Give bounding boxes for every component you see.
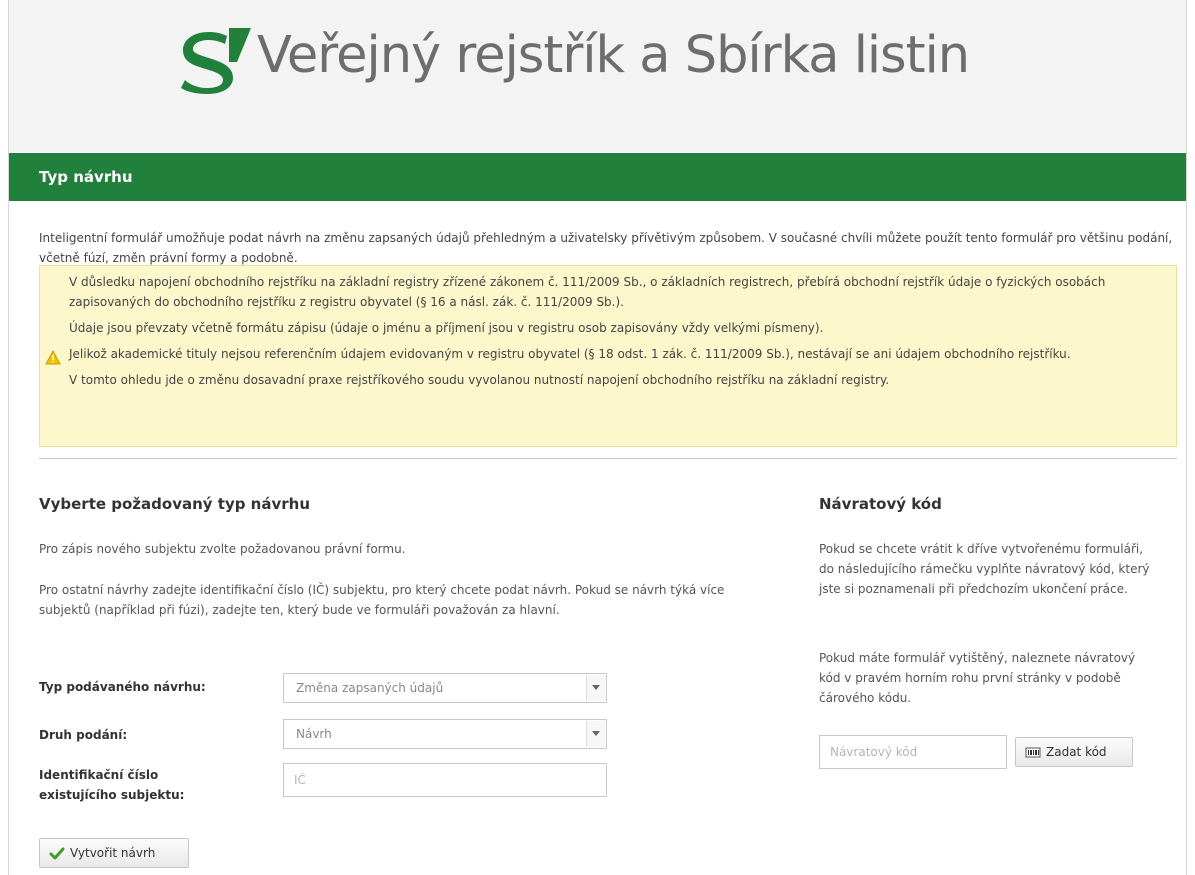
intro-text: Inteligentní formulář umožňuje podat náv…	[39, 231, 1173, 265]
create-proposal-button[interactable]: Vytvořit návrh	[39, 838, 189, 868]
barcode-icon	[1025, 747, 1041, 758]
submission-kind-label: Druh podání:	[39, 728, 128, 742]
subject-id-field[interactable]	[283, 763, 607, 797]
section-title: Typ návrhu	[39, 168, 133, 186]
new-subject-hint: Pro zápis nového subjektu zvolte požadov…	[39, 542, 406, 556]
chevron-down-icon[interactable]	[586, 675, 605, 701]
warning-paragraph: V tomto ohledu jde o změnu dosavadní pra…	[69, 373, 890, 387]
return-code-panel: Návratový kód Pokud se chcete vrátit k d…	[819, 495, 1169, 769]
return-code-field[interactable]	[819, 735, 1007, 769]
enter-code-button[interactable]: Zadat kód	[1015, 737, 1133, 767]
proposal-type-select[interactable]: Změna zapsaných údajů	[283, 673, 607, 703]
chevron-down-icon[interactable]	[586, 721, 605, 747]
divider	[39, 458, 1177, 459]
existing-subject-hint: Pro ostatní návrhy zadejte identifikační…	[39, 583, 725, 617]
warning-box: V důsledku napojení obchodního rejstříku…	[39, 265, 1177, 447]
submission-kind-select[interactable]: Návrh	[283, 719, 607, 749]
subject-id-input[interactable]	[284, 764, 606, 796]
site-header: Veřejný rejstřík a Sbírka listin	[9, 0, 1186, 152]
return-code-heading: Návratový kód	[819, 495, 942, 513]
check-icon	[49, 847, 65, 860]
page-frame: Veřejný rejstřík a Sbírka listin Typ náv…	[8, 0, 1187, 875]
proposal-type-heading: Vyberte požadovaný typ návrhu	[39, 495, 311, 513]
warning-paragraph: Údaje jsou převzaty včetně formátu zápis…	[69, 321, 824, 335]
return-code-input[interactable]	[820, 736, 1006, 768]
enter-code-label: Zadat kód	[1046, 745, 1107, 759]
warning-text: V důsledku napojení obchodního rejstříku…	[69, 272, 1169, 396]
proposal-type-panel: Vyberte požadovaný typ návrhu Pro zápis …	[39, 495, 739, 868]
submission-kind-value: Návrh	[296, 727, 332, 741]
warning-icon	[45, 350, 61, 365]
return-code-hint: Pokud se chcete vrátit k dříve vytvořené…	[819, 542, 1150, 596]
logo-icon	[181, 28, 251, 94]
section-title-bar: Typ návrhu	[9, 153, 1186, 201]
site-title: Veřejný rejstřík a Sbírka listin	[257, 26, 970, 85]
printed-form-hint: Pokud máte formulář vytištěný, naleznete…	[819, 651, 1136, 705]
create-proposal-label: Vytvořit návrh	[70, 846, 156, 860]
warning-paragraph: V důsledku napojení obchodního rejstříku…	[69, 275, 1106, 309]
subject-id-label: Identifikační číslo existujícího subjekt…	[39, 768, 185, 802]
proposal-type-value: Změna zapsaných údajů	[296, 681, 444, 695]
proposal-type-label: Typ podávaného návrhu:	[39, 680, 206, 694]
warning-paragraph: Jelikož akademické tituly nejsou referen…	[69, 347, 1071, 361]
